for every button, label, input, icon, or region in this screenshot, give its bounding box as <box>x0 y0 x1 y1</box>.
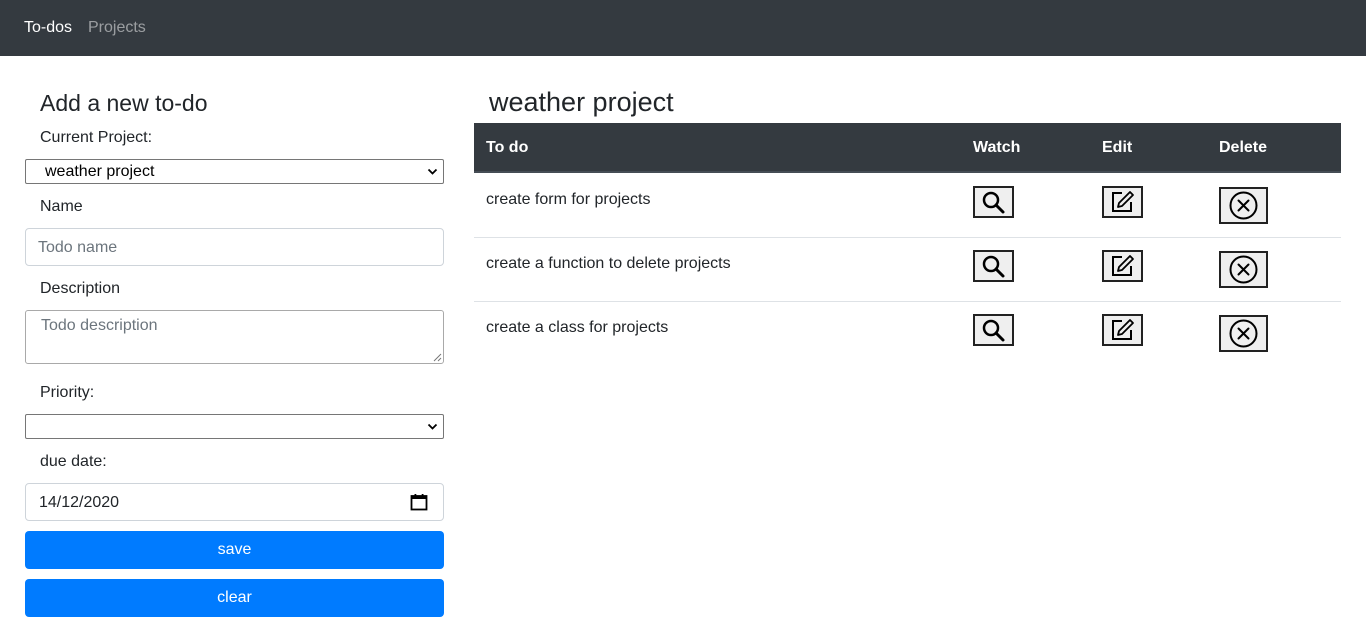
nav-link-projects[interactable]: Projects <box>88 18 146 38</box>
due-date-label: due date: <box>40 453 107 470</box>
column-header-delete: Delete <box>1219 139 1268 156</box>
priority-label: Priority: <box>40 384 95 401</box>
name-label: Name <box>40 198 83 215</box>
edit-button[interactable] <box>1102 314 1143 346</box>
table-row: create a class for projects <box>474 301 1341 365</box>
column-header-watch: Watch <box>973 139 1021 156</box>
todo-name: create form for projects <box>486 191 651 208</box>
edit-icon <box>1112 255 1134 276</box>
save-button[interactable]: save <box>25 531 444 569</box>
due-date-input[interactable]: 14/12/2020 <box>25 483 444 521</box>
edit-button[interactable] <box>1102 250 1143 282</box>
current-project-select[interactable]: weather project <box>25 159 444 184</box>
description-textarea[interactable]: Todo description <box>25 310 444 364</box>
chevron-down-icon <box>427 423 438 430</box>
search-icon <box>982 191 1005 214</box>
delete-button[interactable] <box>1219 251 1268 288</box>
watch-button[interactable] <box>973 314 1014 346</box>
edit-icon <box>1112 191 1134 212</box>
x-circle-icon <box>1229 319 1258 348</box>
resize-handle-icon[interactable] <box>433 353 442 362</box>
table-row: create a function to delete projects <box>474 237 1341 301</box>
watch-button[interactable] <box>973 186 1014 218</box>
delete-button[interactable] <box>1219 187 1268 224</box>
current-project-value: weather project <box>45 163 155 180</box>
priority-select[interactable] <box>25 414 444 439</box>
x-circle-icon <box>1229 255 1258 284</box>
edit-icon <box>1112 319 1134 340</box>
clear-button[interactable]: clear <box>25 579 444 617</box>
chevron-down-icon <box>427 168 438 175</box>
name-placeholder: Todo name <box>38 239 118 256</box>
name-input[interactable]: Todo name <box>25 228 444 266</box>
edit-button[interactable] <box>1102 186 1143 218</box>
table-row: create form for projects <box>474 174 1341 238</box>
description-label: Description <box>40 280 121 297</box>
description-placeholder: Todo description <box>41 317 158 334</box>
column-header-edit: Edit <box>1102 139 1133 156</box>
due-date-value: 14/12/2020 <box>39 494 120 511</box>
form-title: Add a new to-do <box>40 90 208 116</box>
search-icon <box>982 255 1005 278</box>
search-icon <box>982 319 1005 342</box>
calendar-icon[interactable] <box>410 493 428 511</box>
delete-button[interactable] <box>1219 315 1268 352</box>
todo-name: create a function to delete projects <box>486 255 731 272</box>
column-header-todo: To do <box>486 139 529 156</box>
todo-name: create a class for projects <box>486 319 669 336</box>
nav-link-todos[interactable]: To-dos <box>24 18 72 38</box>
project-title: weather project <box>489 87 674 117</box>
current-project-label: Current Project: <box>40 129 153 146</box>
watch-button[interactable] <box>973 250 1014 282</box>
table-header: To do Watch Edit Delete <box>474 123 1341 173</box>
navbar: To-dos Projects <box>0 0 1366 56</box>
x-circle-icon <box>1229 191 1258 220</box>
